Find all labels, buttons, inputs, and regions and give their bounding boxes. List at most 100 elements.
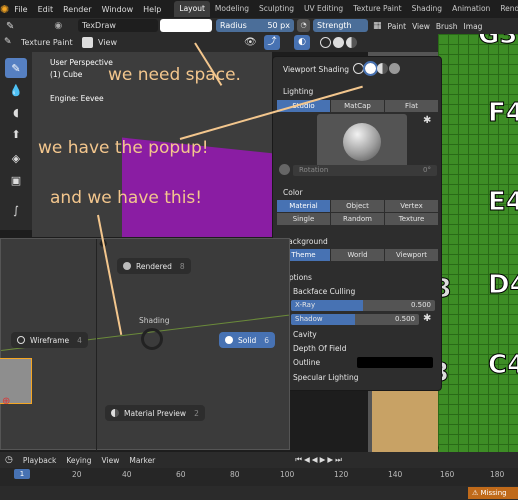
xray-value: 0.500 [410, 301, 431, 309]
brush-tool-icon[interactable]: ✎ [6, 21, 14, 32]
outline-color-swatch[interactable] [357, 357, 433, 368]
shadow-slider[interactable]: Shadow 0.500 [291, 314, 419, 325]
perspective-label: User Perspective [50, 58, 113, 67]
lighting-segmented: Studio MatCap Flat [277, 100, 439, 112]
xray-slider[interactable]: X-Ray 0.500 [291, 300, 435, 311]
menu-window[interactable]: Window [97, 5, 139, 14]
gizmo-toggle-icon[interactable]: ⤴ [264, 35, 280, 50]
mask-tool-icon[interactable]: ▣ [5, 170, 27, 190]
playback-controls-icon[interactable]: ⏮◀◀▶▶⏭ [290, 455, 349, 465]
lighting-matcap-button[interactable]: MatCap [331, 100, 385, 112]
background-world-button[interactable]: World [331, 249, 385, 261]
color-texture-button[interactable]: Texture [385, 213, 439, 225]
light-settings-gear-icon[interactable]: ✱ [423, 115, 431, 126]
mode-selector[interactable]: Texture Paint [3, 36, 77, 50]
pie-material-preview-button[interactable]: Material Preview 2 [105, 405, 205, 421]
color-material-button[interactable]: Material [277, 200, 331, 212]
color-single-button[interactable]: Single [277, 213, 331, 225]
outline-checkbox[interactable]: Outline [293, 358, 320, 367]
color-object-button[interactable]: Object [331, 200, 385, 212]
solid-shading-icon[interactable] [333, 37, 344, 48]
rendered-shading-icon[interactable] [389, 63, 400, 74]
menu-edit[interactable]: Edit [33, 5, 59, 14]
color-label: Color [283, 188, 303, 197]
timeline-marker-menu[interactable]: Marker [124, 456, 160, 465]
wireframe-shading-icon[interactable] [320, 37, 331, 48]
menu-render[interactable]: Render [58, 5, 96, 14]
depth-of-field-checkbox[interactable]: Depth Of Field [293, 344, 346, 353]
tab-animation[interactable]: Animation [447, 1, 495, 17]
visibility-icon[interactable]: 👁 [244, 37, 257, 48]
overlays-toggle-icon[interactable]: ◐ [294, 35, 310, 50]
tab-rendering[interactable]: Rendering [495, 1, 518, 17]
soften-tool-icon[interactable]: 💧 [5, 80, 27, 100]
clone-tool-icon[interactable]: ⬆ [5, 124, 27, 144]
tab-modeling[interactable]: Modeling [210, 1, 254, 17]
image-editor-canvas[interactable]: G3 F4 E4 D4 C4 B3 [438, 34, 518, 452]
timeline-ruler[interactable]: 20 40 60 80 100 120 140 160 180 [0, 468, 518, 486]
brush-browse-icon[interactable]: ◉ [54, 21, 62, 31]
editor-type-icon[interactable]: ▦ [370, 21, 385, 31]
tab-shading[interactable]: Shading [407, 1, 447, 17]
pie-solid-button[interactable]: Solid 6 [219, 332, 276, 348]
pie-rendered-button[interactable]: Rendered 8 [117, 258, 191, 274]
annotate-tool-icon[interactable]: ∫ [5, 200, 27, 220]
timeline-header: ◷ Playback Keying View Marker ⏮◀◀▶▶⏭ [0, 452, 518, 468]
engine-label: Engine: Eevee [50, 94, 104, 103]
color-random-button[interactable]: Random [331, 213, 385, 225]
material-shading-icon[interactable] [377, 63, 388, 74]
grid-label: C4 [487, 350, 518, 381]
current-frame-indicator[interactable]: 1 [14, 469, 30, 479]
material-shading-icon[interactable] [346, 37, 357, 48]
shadow-settings-gear-icon[interactable]: ✱ [423, 313, 431, 324]
viewport-info: User Perspective (1) Cube [50, 57, 113, 81]
wireframe-label: Wireframe [30, 335, 70, 345]
timeline-keying-menu[interactable]: Keying [61, 456, 96, 465]
smear-tool-icon[interactable]: ◖ [5, 102, 27, 122]
backface-culling-checkbox[interactable]: Backface Culling [293, 287, 355, 296]
image-paint-menu[interactable]: Paint [385, 22, 410, 31]
menu-file[interactable]: File [9, 5, 32, 14]
wireframe-icon [17, 336, 25, 344]
timeline-tick: 180 [490, 470, 505, 479]
image-brush-menu[interactable]: Brush [433, 22, 461, 31]
tab-uv-editing[interactable]: UV Editing [299, 1, 348, 17]
radius-field[interactable]: Radius 50 px [216, 19, 294, 32]
studio-sphere-icon [343, 123, 381, 161]
world-space-lighting-icon[interactable] [279, 164, 290, 175]
mask-toggle-icon[interactable] [82, 37, 93, 48]
shading-pie-panel: ✺ Rendered 8 Shading Wireframe 4 Solid 6… [0, 238, 290, 451]
fill-tool-icon[interactable]: ◈ [5, 148, 27, 168]
studio-light-preview[interactable] [317, 114, 407, 170]
brush-color-swatch[interactable] [160, 19, 212, 32]
viewport-view-menu[interactable]: View [98, 36, 117, 50]
brush-name-field[interactable]: TexDraw [78, 19, 158, 32]
wireframe-shading-icon[interactable] [353, 63, 364, 74]
radius-pressure-icon[interactable]: ◔ [297, 19, 310, 32]
tab-sculpting[interactable]: Sculpting [254, 1, 299, 17]
draw-tool-icon[interactable]: ✎ [5, 58, 27, 78]
timeline-view-menu[interactable]: View [97, 456, 125, 465]
grid-label: G3 [477, 34, 518, 51]
cavity-checkbox[interactable]: Cavity [293, 330, 317, 339]
tab-layout[interactable]: Layout [174, 1, 210, 17]
strength-field[interactable]: Strength [313, 19, 368, 32]
image-image-menu[interactable]: Imag [461, 22, 486, 31]
material-preview-hotkey: 2 [194, 408, 199, 418]
pie-wireframe-button[interactable]: Wireframe 4 [11, 332, 88, 348]
timeline-editor-icon[interactable]: ◷ [0, 455, 18, 465]
lighting-flat-button[interactable]: Flat [385, 100, 439, 112]
xray-label: X-Ray [295, 301, 316, 309]
color-vertex-button[interactable]: Vertex [385, 200, 439, 212]
solid-shading-icon[interactable] [363, 61, 378, 76]
timeline-playback-menu[interactable]: Playback [18, 456, 61, 465]
image-view-menu[interactable]: View [409, 22, 433, 31]
rotation-field[interactable]: Rotation 0° [293, 165, 437, 176]
background-viewport-button[interactable]: Viewport [385, 249, 439, 261]
menu-help[interactable]: Help [138, 5, 166, 14]
timeline-tick: 140 [388, 470, 403, 479]
missing-files-warning[interactable]: ⚠ Missing [468, 487, 518, 499]
specular-lighting-checkbox[interactable]: Specular Lighting [293, 373, 358, 382]
tab-texture-paint[interactable]: Texture Paint [348, 1, 406, 17]
blender-logo-icon[interactable]: ✺ [0, 0, 9, 18]
